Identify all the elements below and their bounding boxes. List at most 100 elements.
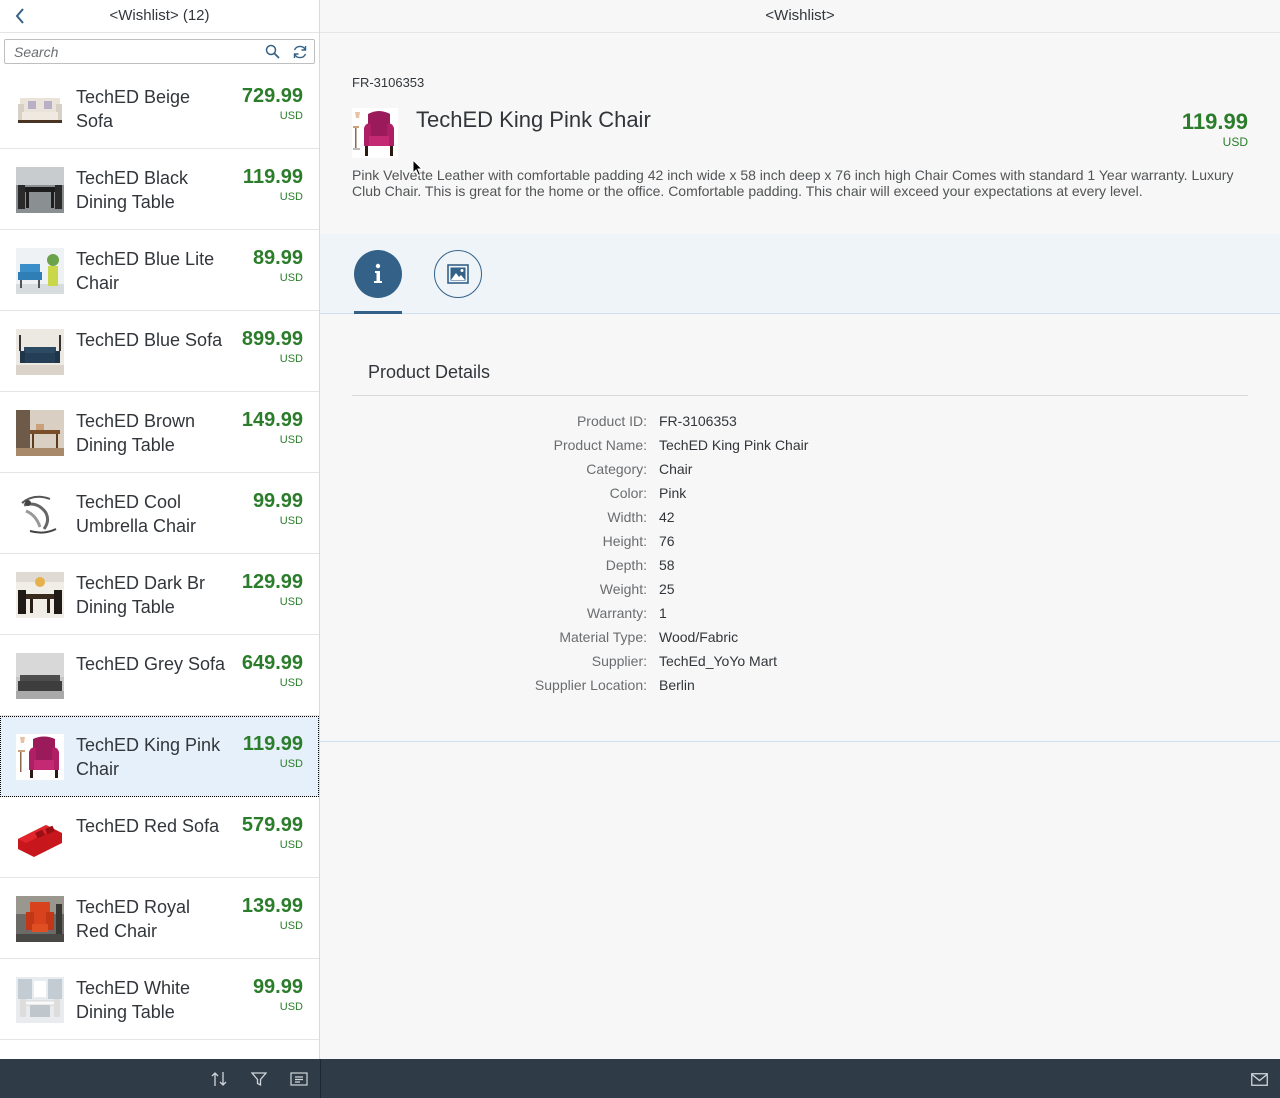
email-icon bbox=[1250, 1072, 1268, 1086]
refresh-button[interactable] bbox=[286, 40, 314, 63]
detail-title: <Wishlist> bbox=[765, 7, 835, 24]
form-label: Supplier: bbox=[591, 653, 647, 669]
form-value: 58 bbox=[659, 557, 675, 573]
image-icon bbox=[447, 264, 469, 284]
tab-images[interactable] bbox=[434, 250, 482, 298]
list-item[interactable]: TechED Royal Red Chair 139.99 USD bbox=[0, 878, 319, 959]
list-item[interactable]: TechED Dark Br Dining Table 129.99 USD bbox=[0, 554, 319, 635]
form-label: Height: bbox=[602, 533, 647, 549]
list-item[interactable]: TechED King Pink Chair 119.99 USD bbox=[0, 716, 319, 797]
list-item[interactable]: TechED Brown Dining Table 149.99 USD bbox=[0, 392, 319, 473]
list-item-title: TechED Blue Lite Chair bbox=[76, 249, 215, 293]
form-row: Product ID: FR-3106353 bbox=[320, 410, 1280, 434]
form-row: Supplier: TechEd_YoYo Mart bbox=[320, 650, 1280, 674]
form-label: Color: bbox=[609, 485, 647, 501]
form-label: Width: bbox=[607, 509, 647, 525]
mouse-pointer bbox=[412, 158, 424, 182]
object-header: FR-3106353 TechED King Pink Chair 119.99… bbox=[320, 34, 1280, 234]
product-thumbnail bbox=[16, 815, 64, 861]
list-item-price: 119.99 bbox=[242, 733, 303, 755]
list-item-price: 899.99 bbox=[241, 328, 303, 350]
search-input[interactable] bbox=[5, 40, 258, 63]
list-item-title: TechED Beige Sofa bbox=[76, 87, 191, 131]
form-row: Depth: 58 bbox=[320, 554, 1280, 578]
form-row: Supplier Location: Berlin bbox=[320, 674, 1280, 698]
list-item[interactable]: TechED Beige Sofa 729.99 USD bbox=[0, 68, 319, 149]
list-item-currency: USD bbox=[279, 110, 303, 122]
list-item-price: 149.99 bbox=[241, 409, 303, 431]
list-item-price: 119.99 bbox=[242, 166, 303, 188]
form-label: Weight: bbox=[599, 581, 647, 597]
detail-pane: <Wishlist> FR-3106353 TechED King Pink C… bbox=[320, 0, 1280, 1098]
refresh-icon bbox=[293, 45, 307, 58]
form-value: Chair bbox=[659, 461, 693, 477]
form-value: Pink bbox=[659, 485, 687, 501]
list-item-currency: USD bbox=[279, 920, 303, 932]
email-button[interactable] bbox=[1250, 1070, 1268, 1088]
list-item-currency: USD bbox=[279, 596, 303, 608]
object-image bbox=[352, 108, 398, 158]
list-item-title: TechED King Pink Chair bbox=[76, 735, 221, 779]
form-value: FR-3106353 bbox=[659, 413, 737, 429]
list-item-price: 139.99 bbox=[241, 895, 303, 917]
filter-button[interactable] bbox=[248, 1069, 270, 1089]
product-thumbnail bbox=[16, 167, 64, 213]
list-item[interactable]: TechED Red Sofa 579.99 USD bbox=[0, 797, 319, 878]
product-list: TechED Beige Sofa 729.99 USD TechED Black D… bbox=[0, 68, 319, 1040]
tab-content: Product Details Product ID: FR-3106353 Pro… bbox=[320, 314, 1280, 742]
list-item-currency: USD bbox=[279, 434, 303, 446]
list-item[interactable]: TechED White Dining Table 99.99 USD bbox=[0, 959, 319, 1040]
form-value: 42 bbox=[659, 509, 675, 525]
product-thumbnail bbox=[16, 572, 64, 618]
list-item-title: TechED White Dining Table bbox=[76, 978, 191, 1022]
list-item-currency: USD bbox=[279, 758, 303, 770]
master-header: <Wishlist> (12) bbox=[0, 0, 319, 33]
filter-icon bbox=[251, 1072, 267, 1087]
list-item-title: TechED Red Sofa bbox=[76, 816, 220, 836]
list-item[interactable]: TechED Grey Sofa 649.99 USD bbox=[0, 635, 319, 716]
list-item-currency: USD bbox=[279, 839, 303, 851]
master-pane: <Wishlist> (12) TechED Beige Sofa 729.99 U… bbox=[0, 0, 320, 1098]
object-price: 119.99 bbox=[1181, 109, 1248, 134]
form-value: TechED King Pink Chair bbox=[659, 437, 809, 453]
list-item[interactable]: TechED Cool Umbrella Chair 99.99 USD bbox=[0, 473, 319, 554]
list-item-title: TechED Blue Sofa bbox=[76, 330, 223, 350]
group-icon bbox=[290, 1072, 308, 1086]
list-item-currency: USD bbox=[279, 1001, 303, 1013]
list-item[interactable]: TechED Blue Lite Chair 89.99 USD bbox=[0, 230, 319, 311]
product-thumbnail bbox=[16, 734, 64, 780]
form-label: Material Type: bbox=[559, 629, 647, 645]
sort-button[interactable] bbox=[208, 1069, 230, 1089]
tab-info[interactable] bbox=[354, 250, 402, 298]
sort-icon bbox=[211, 1072, 227, 1086]
product-thumbnail bbox=[16, 248, 64, 294]
list-item-title: TechED Dark Br Dining Table bbox=[76, 573, 206, 617]
list-item-currency: USD bbox=[279, 272, 303, 284]
list-item-price: 89.99 bbox=[252, 247, 303, 269]
list-item-price: 99.99 bbox=[252, 976, 303, 998]
form-title: Product Details bbox=[368, 362, 491, 382]
info-icon bbox=[374, 263, 382, 283]
group-button[interactable] bbox=[288, 1069, 310, 1089]
form-value: 1 bbox=[659, 605, 667, 621]
list-item-price: 649.99 bbox=[241, 652, 303, 674]
list-item-title: TechED Brown Dining Table bbox=[76, 411, 196, 455]
list-item[interactable]: TechED Black Dining Table 119.99 USD bbox=[0, 149, 319, 230]
object-id: FR-3106353 bbox=[352, 75, 425, 90]
list-item-currency: USD bbox=[279, 191, 303, 203]
list-item-title: TechED Royal Red Chair bbox=[76, 897, 191, 941]
list-item-price: 99.99 bbox=[252, 490, 303, 512]
pink-chair-image bbox=[352, 108, 398, 158]
list-item[interactable]: TechED Blue Sofa 899.99 USD bbox=[0, 311, 319, 392]
search-button[interactable] bbox=[258, 40, 286, 63]
product-thumbnail bbox=[16, 653, 64, 699]
form-row: Width: 42 bbox=[320, 506, 1280, 530]
object-title: TechED King Pink Chair bbox=[416, 107, 651, 132]
detail-footer bbox=[320, 1059, 1280, 1098]
form-label: Warranty: bbox=[586, 605, 647, 621]
form-label: Supplier Location: bbox=[534, 677, 647, 693]
product-thumbnail bbox=[16, 86, 64, 132]
product-thumbnail bbox=[16, 491, 64, 537]
list-item-title: TechED Black Dining Table bbox=[76, 168, 189, 212]
form-row: Product Name: TechED King Pink Chair bbox=[320, 434, 1280, 458]
